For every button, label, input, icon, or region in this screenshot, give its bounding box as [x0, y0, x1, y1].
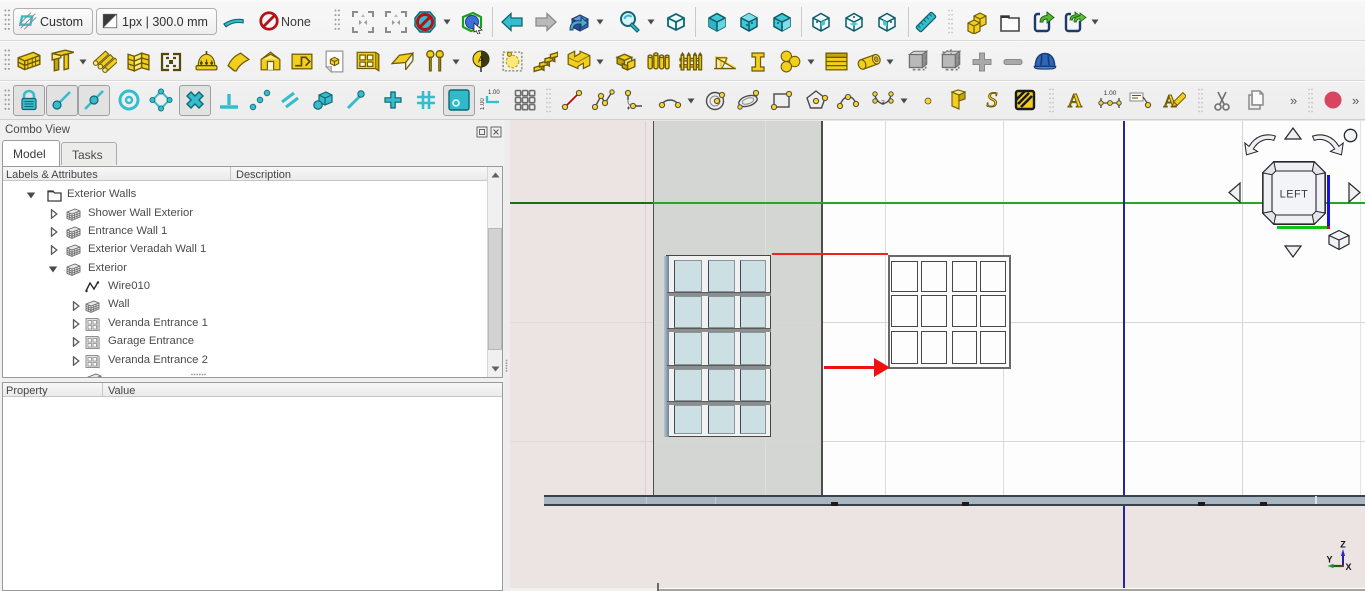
svg-text:LEFT: LEFT	[1280, 189, 1309, 201]
svg-text:Y: Y	[1326, 555, 1332, 565]
svg-text:X: X	[1345, 562, 1351, 572]
svg-text:A: A	[478, 55, 484, 65]
svg-text:A: A	[1068, 90, 1083, 112]
svg-text:1.00: 1.00	[480, 98, 486, 110]
svg-text:1.00: 1.00	[488, 90, 500, 96]
svg-text:»: »	[1352, 93, 1359, 108]
svg-text:1.00: 1.00	[1104, 90, 1117, 97]
svg-text:»: »	[1290, 93, 1297, 108]
svg-text:Z: Z	[1340, 540, 1346, 550]
svg-text:S: S	[987, 88, 998, 112]
svg-text:3: 3	[881, 100, 885, 107]
